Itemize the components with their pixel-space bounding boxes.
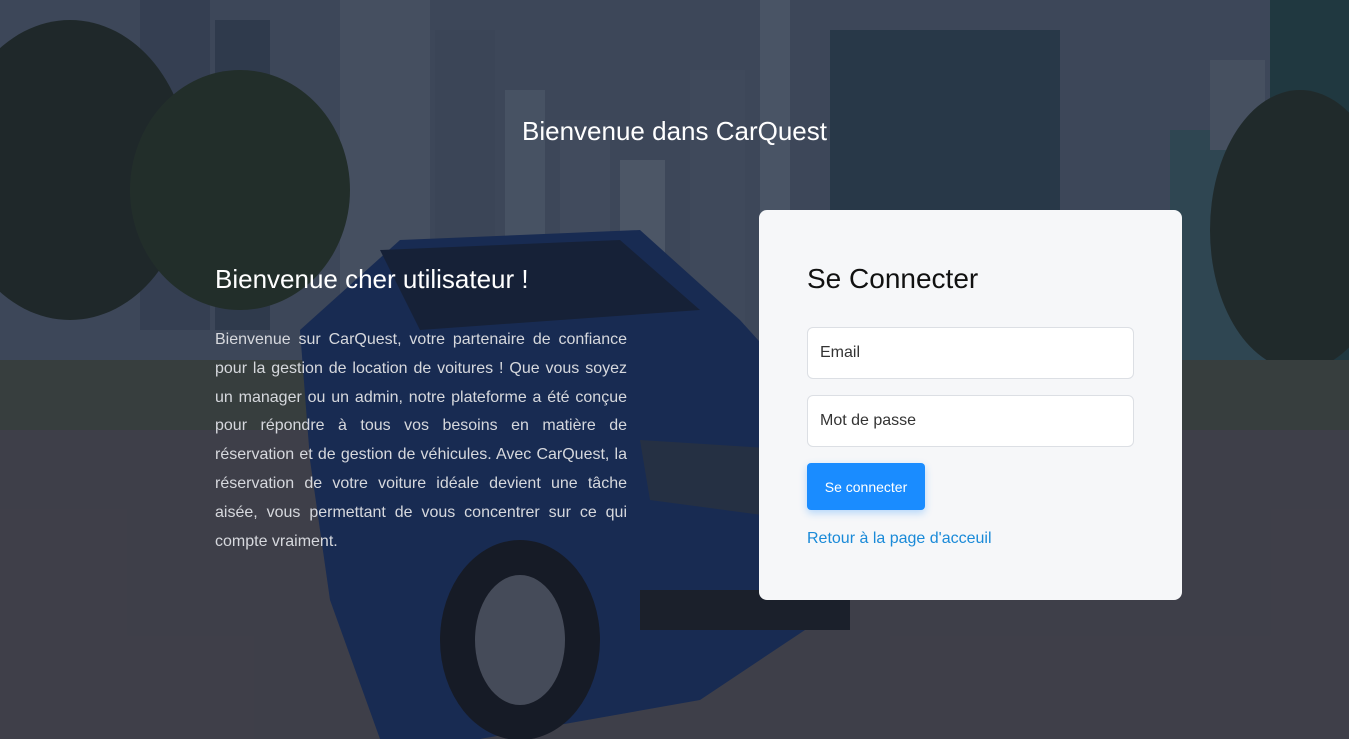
page-title: Bienvenue dans CarQuest bbox=[522, 116, 827, 146]
back-to-home-link[interactable]: Retour à la page d'acceuil bbox=[807, 530, 992, 547]
login-button[interactable]: Se connecter bbox=[807, 463, 925, 510]
login-card: Se Connecter Se connecter Retour à la pa… bbox=[759, 210, 1182, 600]
email-field[interactable] bbox=[807, 327, 1134, 379]
welcome-heading: Bienvenue cher utilisateur ! bbox=[215, 264, 529, 294]
login-heading: Se Connecter bbox=[807, 263, 979, 294]
welcome-section: Bienvenue cher utilisateur ! Bienvenue s… bbox=[215, 262, 627, 556]
welcome-text: Bienvenue sur CarQuest, votre partenaire… bbox=[215, 331, 627, 550]
password-field[interactable] bbox=[807, 395, 1134, 447]
